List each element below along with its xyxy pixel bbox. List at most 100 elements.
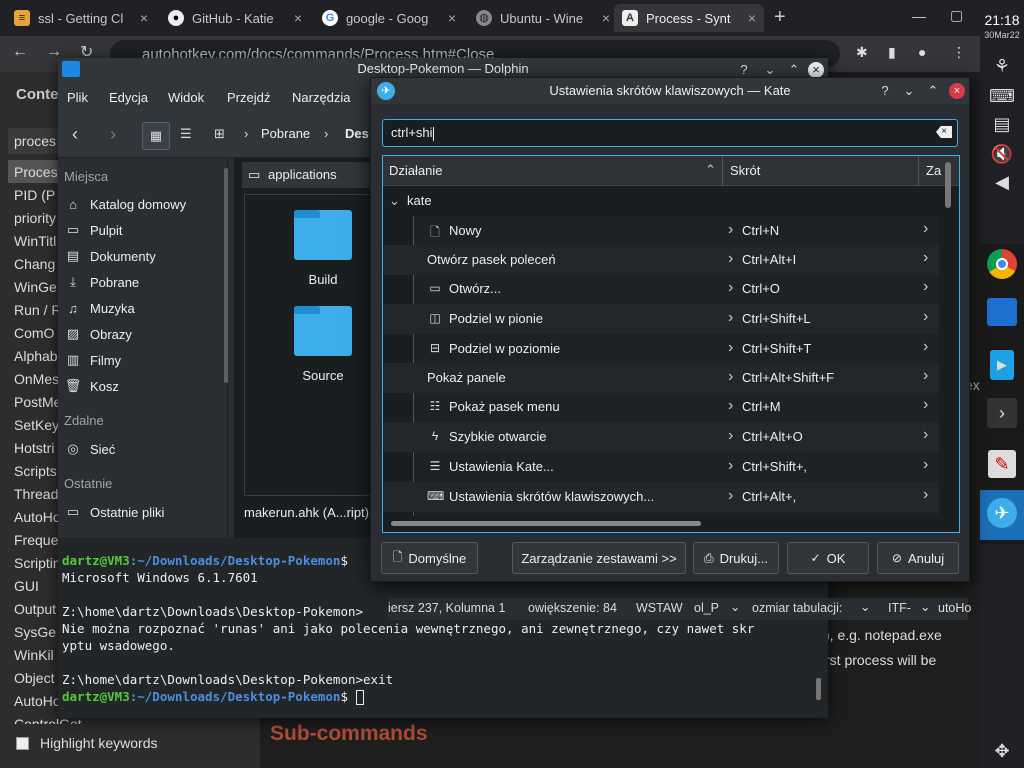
- chevron-right-icon[interactable]: ›: [923, 367, 928, 385]
- shortcut-search-input[interactable]: ctrl+shi ×: [382, 119, 958, 147]
- table-row[interactable]: ▭ Otwórz... Ctrl+O ›: [383, 274, 939, 304]
- column-action[interactable]: Działanie: [383, 156, 723, 186]
- breadcrumb-pobrane[interactable]: Pobrane: [261, 126, 310, 141]
- table-row[interactable]: ⊟ Podziel w poziomie Ctrl+Shift+T ›: [383, 334, 939, 364]
- contents-tab[interactable]: Conte: [16, 86, 59, 103]
- minimize-icon[interactable]: ⌄: [901, 83, 917, 99]
- menu-przejdz[interactable]: Przejdź: [227, 90, 270, 105]
- close-icon[interactable]: ×: [448, 10, 456, 26]
- browser-tab-5[interactable]: A Process - Synt ×: [614, 4, 764, 32]
- close-icon[interactable]: ×: [748, 10, 756, 26]
- places-scrollbar[interactable]: [224, 168, 228, 383]
- move-icon[interactable]: ✥: [986, 735, 1018, 767]
- sidepanel-icon[interactable]: ▮: [888, 44, 896, 61]
- place-videos[interactable]: ▥ Filmy: [64, 349, 224, 371]
- close-icon[interactable]: ×: [602, 10, 610, 26]
- browser-tab-4[interactable]: ◍ Ubuntu - Wine ×: [468, 4, 618, 32]
- table-row[interactable]: ☷ Pokaż pasek menu Ctrl+M ›: [383, 392, 939, 422]
- back-icon[interactable]: ‹: [72, 124, 78, 145]
- chevron-down-icon[interactable]: ⌄: [920, 599, 930, 614]
- chevron-right-icon[interactable]: ›: [923, 338, 928, 356]
- help-icon[interactable]: ?: [877, 83, 893, 99]
- horizontal-scrollbar[interactable]: [391, 521, 701, 526]
- column-alternate[interactable]: Za: [920, 156, 958, 186]
- print-button[interactable]: ⎙ Drukuj...: [693, 542, 779, 574]
- place-recent-files[interactable]: ▭ Ostatnie pliki: [64, 501, 224, 523]
- terminal-icon[interactable]: ›: [987, 398, 1017, 428]
- menu-edycja[interactable]: Edycja: [109, 90, 148, 105]
- collapse-icon[interactable]: ◀: [986, 166, 1018, 198]
- place-trash[interactable]: 🗑 Kosz: [64, 375, 224, 397]
- browser-tab-1[interactable]: ≡ ssl - Getting Cl ×: [6, 4, 156, 32]
- kate-icon[interactable]: ✈: [987, 498, 1017, 528]
- back-icon[interactable]: ←: [12, 43, 28, 61]
- chevron-right-icon[interactable]: ›: [923, 278, 928, 296]
- chevron-down-icon[interactable]: ⌄: [730, 599, 740, 614]
- clipboard-icon[interactable]: ▤: [986, 108, 1018, 140]
- chevron-right-icon[interactable]: ›: [923, 486, 928, 504]
- table-row[interactable]: Pokaż panele Ctrl+Alt+Shift+F ›: [383, 363, 939, 393]
- minimize-icon[interactable]: ⌄: [762, 62, 778, 78]
- tab-applications[interactable]: ▭ applications: [242, 162, 374, 188]
- terminal-scrollbar[interactable]: [816, 678, 821, 700]
- file-source[interactable]: Source: [284, 368, 362, 383]
- close-icon[interactable]: ×: [140, 10, 148, 26]
- chevron-right-icon[interactable]: ›: [923, 456, 928, 474]
- table-row[interactable]: Otwórz pasek poleceń Ctrl+Alt+I ›: [383, 245, 939, 275]
- table-row[interactable]: ⌨ Ustawienia skrótów klawiszowych... Ctr…: [383, 482, 939, 512]
- breadcrumb-current[interactable]: Des: [345, 126, 369, 141]
- chevron-right-icon[interactable]: ›: [923, 249, 928, 267]
- chevron-right-icon[interactable]: ›: [923, 426, 928, 444]
- maximize-icon[interactable]: ▢: [950, 7, 963, 24]
- new-tab-icon[interactable]: +: [774, 6, 786, 29]
- menu-widok[interactable]: Widok: [168, 90, 204, 105]
- close-icon[interactable]: ×: [949, 83, 965, 99]
- profile-icon[interactable]: ●: [918, 44, 926, 60]
- table-row[interactable]: ϟ Szybkie otwarcie Ctrl+Alt+O ›: [383, 422, 939, 452]
- close-icon[interactable]: ×: [294, 10, 302, 26]
- place-home[interactable]: ⌂ Katalog domowy: [64, 193, 224, 215]
- chevron-down-icon[interactable]: ⌄: [860, 599, 870, 614]
- chevron-right-icon[interactable]: ›: [923, 308, 928, 326]
- chevron-right-icon[interactable]: ›: [923, 220, 928, 238]
- details-view-icon[interactable]: ⊞: [214, 126, 225, 142]
- defaults-button[interactable]: 🗋 Domyślne: [381, 542, 478, 574]
- place-desktop[interactable]: ▭ Pulpit: [64, 219, 224, 241]
- minimize-icon[interactable]: —: [912, 8, 926, 24]
- column-shortcut[interactable]: Skrót: [724, 156, 919, 186]
- store-icon[interactable]: ▶: [990, 350, 1014, 380]
- table-row[interactable]: ☰ Ustawienia Kate... Ctrl+Shift+, ›: [383, 452, 939, 482]
- manage-schemes-button[interactable]: Zarządzanie zestawami >>: [512, 542, 686, 574]
- file-build[interactable]: Build: [284, 272, 362, 287]
- vertical-scrollbar[interactable]: [945, 162, 951, 208]
- ok-button[interactable]: ✓ OK: [787, 542, 869, 574]
- menu-plik[interactable]: Plik: [67, 90, 88, 105]
- place-documents[interactable]: ▤ Dokumenty: [64, 245, 224, 267]
- maximize-icon[interactable]: ⌃: [925, 83, 941, 99]
- chrome-icon[interactable]: [987, 249, 1017, 279]
- browser-tab-3[interactable]: G google - Goog ×: [314, 4, 464, 32]
- help-icon[interactable]: ?: [736, 62, 752, 78]
- close-icon[interactable]: ×: [808, 62, 824, 78]
- table-row[interactable]: 🗋 Nowy Ctrl+N ›: [383, 216, 939, 246]
- place-network[interactable]: ◎ Sieć: [64, 438, 224, 460]
- maximize-icon[interactable]: ⌃: [786, 62, 802, 78]
- files-icon[interactable]: [987, 298, 1017, 326]
- menu-narzedzia[interactable]: Narzędzia: [292, 90, 351, 105]
- clear-icon[interactable]: ×: [936, 126, 952, 138]
- highlight-checkbox[interactable]: [16, 737, 29, 750]
- place-music[interactable]: ♫ Muzyka: [64, 297, 224, 319]
- dialog-titlebar[interactable]: ✈ Ustawienia skrótów klawiszowych — Kate…: [371, 78, 969, 104]
- extensions-icon[interactable]: ✱: [856, 44, 868, 61]
- touch-icon[interactable]: ⚘: [986, 50, 1018, 82]
- place-pictures[interactable]: ▨ Obrazy: [64, 323, 224, 345]
- compact-view-icon[interactable]: ☰: [180, 126, 192, 142]
- forward-icon[interactable]: ›: [110, 124, 116, 145]
- icons-view-icon[interactable]: ▦: [142, 122, 170, 150]
- chevron-right-icon[interactable]: ›: [923, 396, 928, 414]
- group-row[interactable]: ⌄ kate: [383, 186, 939, 216]
- browser-tab-2[interactable]: ● GitHub - Katie ×: [160, 4, 310, 32]
- cancel-button[interactable]: ⊘ Anuluj: [877, 542, 959, 574]
- clock[interactable]: 21:18: [980, 12, 1024, 28]
- table-row[interactable]: ◫ Podziel w pionie Ctrl+Shift+L ›: [383, 304, 939, 334]
